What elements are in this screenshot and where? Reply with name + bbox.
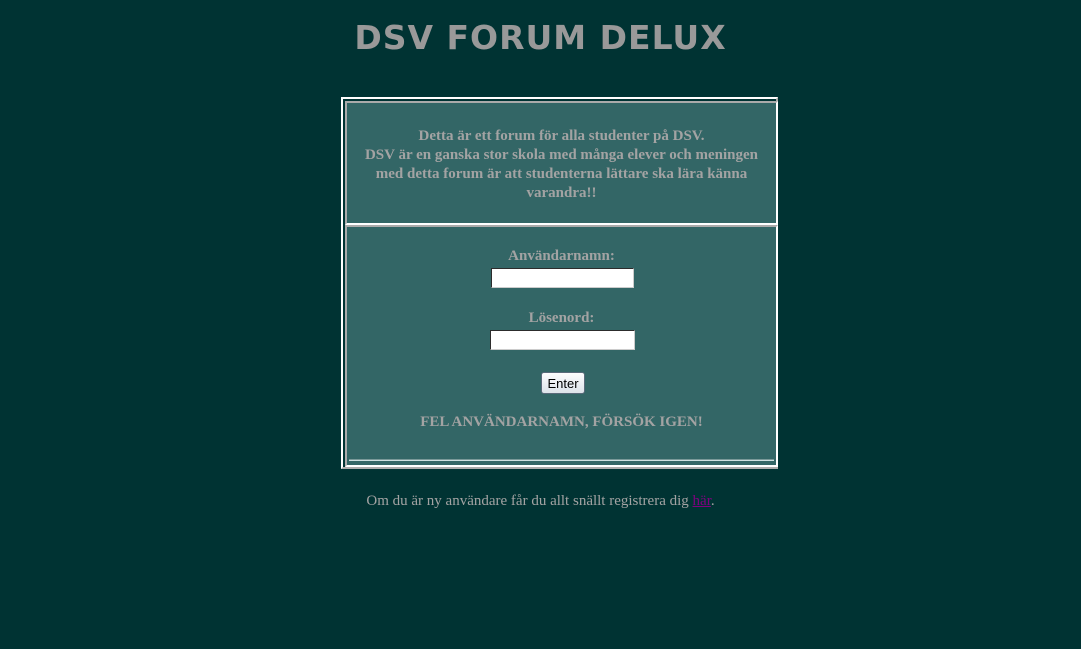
intro-line-1: Detta är ett forum för alla studenter på… [418, 128, 705, 144]
site-title: DSV FORUM DELUX [354, 18, 727, 57]
divider [349, 459, 774, 461]
username-label: Användarnamn: [508, 248, 615, 264]
register-prompt: Om du är ny användare får du allt snällt… [0, 493, 1081, 510]
intro-text: Detta är ett forum för alla studenter på… [347, 127, 776, 203]
intro-cell: Detta är ett forum för alla studenter på… [345, 101, 778, 225]
register-text-end: . [710, 493, 715, 509]
login-cell: Användarnamn: Lösenord: Enter FEL ANVÄND… [345, 225, 778, 467]
username-input[interactable] [491, 268, 634, 288]
intro-line-2: DSV är en ganska stor skola med många el… [364, 147, 759, 201]
enter-button[interactable]: Enter [541, 372, 585, 394]
password-input[interactable] [490, 330, 635, 350]
register-text: Om du är ny användare får du allt snällt… [366, 493, 693, 509]
password-label: Lösenord: [528, 310, 595, 326]
register-link[interactable]: här [693, 493, 711, 509]
error-message: FEL ANVÄNDARNAMN, FÖRSÖK IGEN! [420, 414, 703, 430]
forum-panel: Detta är ett forum för alla studenter på… [341, 97, 778, 469]
